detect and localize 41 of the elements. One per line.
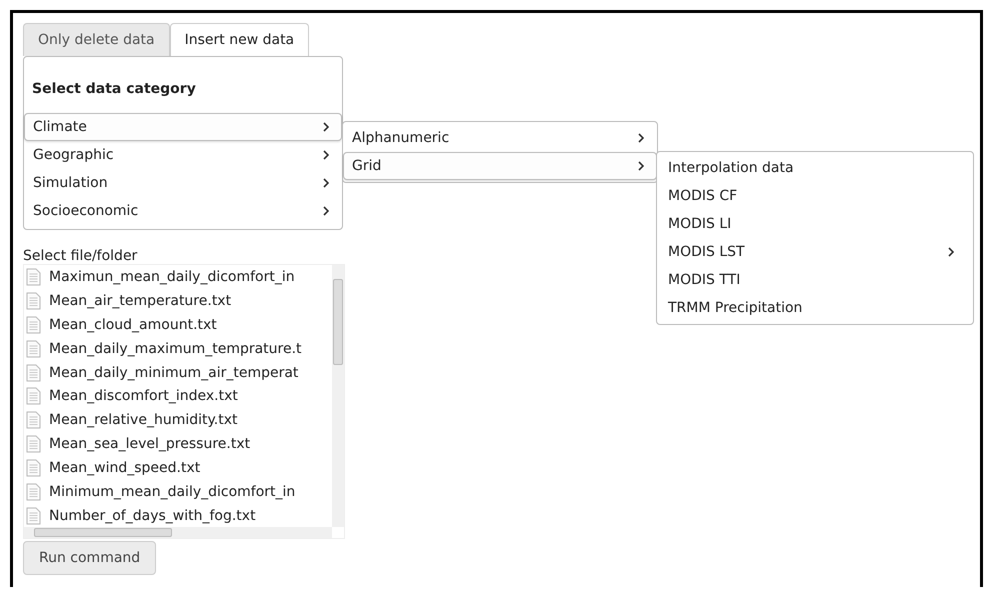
tab[interactable]: Only delete data — [23, 23, 170, 56]
document-icon — [26, 316, 41, 334]
document-icon — [26, 387, 41, 406]
document-icon — [26, 435, 41, 454]
file-name[interactable]: Maximun_mean_daily_dicomfort_in — [49, 268, 295, 285]
file-name[interactable]: Number_of_days_with_fog.txt — [49, 508, 256, 524]
file-name[interactable]: Mean_cloud_amount.txt — [49, 316, 217, 333]
document-icon — [26, 506, 41, 525]
menu-item[interactable]: Grid — [343, 152, 657, 180]
menu-item[interactable]: MODIS LST — [657, 238, 973, 266]
menu-item[interactable]: Interpolation data — [657, 154, 973, 182]
field-label: Select file/folder — [23, 248, 138, 264]
vertical-scrollbar[interactable] — [332, 265, 344, 527]
menu-item[interactable]: MODIS LI — [657, 210, 973, 238]
file-name[interactable]: Mean_daily_minimum_air_temperat — [49, 364, 298, 380]
file-name[interactable]: Mean_air_temperature.txt — [49, 292, 232, 309]
horizontal-scrollbar[interactable] — [24, 527, 332, 538]
menu-item[interactable]: TRMM Precipitation — [657, 294, 973, 322]
panel-heading: Select data category — [31, 80, 197, 99]
menu-item[interactable]: Geographic — [24, 141, 342, 169]
file-name[interactable]: Mean_sea_level_pressure.txt — [49, 436, 250, 452]
tab[interactable]: Insert new data — [170, 23, 310, 56]
document-icon — [26, 459, 41, 478]
file-name[interactable]: Mean_daily_maximum_temprature.t — [49, 340, 302, 357]
menu-item[interactable]: Simulation — [24, 169, 342, 197]
file-name[interactable]: Minimum_mean_daily_dicomfort_in — [49, 484, 296, 500]
file-name[interactable]: Mean_wind_speed.txt — [49, 460, 200, 476]
document-icon — [26, 340, 41, 358]
document-icon — [26, 292, 41, 310]
document-icon — [26, 482, 41, 501]
menu-item[interactable]: Alphanumeric — [343, 124, 657, 152]
file-name[interactable]: Mean_relative_humidity.txt — [49, 412, 238, 428]
menu-item[interactable]: MODIS TTI — [657, 266, 973, 294]
menu-item[interactable]: Climate — [24, 113, 342, 141]
document-icon — [26, 411, 41, 430]
menu-item[interactable]: MODIS CF — [657, 182, 973, 210]
document-icon — [26, 268, 41, 286]
document-icon — [26, 364, 41, 382]
run-command-button[interactable]: Run command — [23, 541, 156, 575]
file-name[interactable]: Mean_discomfort_index.txt — [49, 388, 238, 404]
menu-item[interactable]: Socioeconomic — [24, 197, 342, 225]
